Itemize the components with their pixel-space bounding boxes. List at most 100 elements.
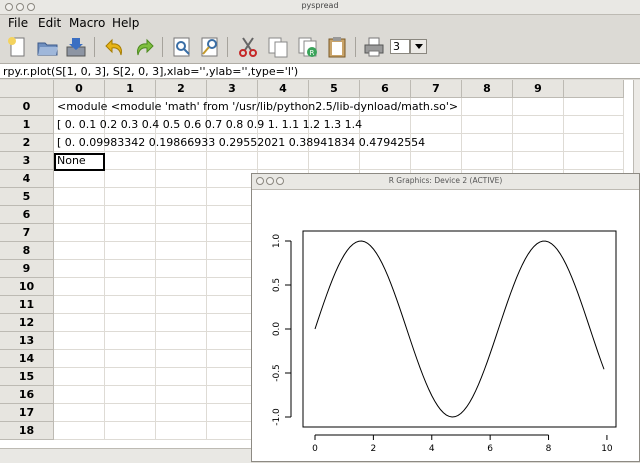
menu-edit[interactable]: Edit: [38, 16, 61, 30]
grid-cell[interactable]: [156, 350, 207, 368]
row-header[interactable]: 5: [0, 188, 54, 206]
row-header[interactable]: 11: [0, 296, 54, 314]
grid-cell[interactable]: [156, 170, 207, 188]
grid-cell[interactable]: [105, 296, 156, 314]
grid-cell[interactable]: [105, 332, 156, 350]
row-header[interactable]: 16: [0, 386, 54, 404]
grid-cell[interactable]: [207, 152, 258, 170]
grid-cell[interactable]: [156, 188, 207, 206]
paste-icon[interactable]: [325, 35, 349, 59]
menu-file[interactable]: File: [8, 16, 28, 30]
copy-icon[interactable]: [266, 35, 290, 59]
grid-cell[interactable]: [105, 188, 156, 206]
row-header[interactable]: 18: [0, 422, 54, 440]
grid-cell[interactable]: [513, 98, 564, 116]
grid-cell[interactable]: [258, 152, 309, 170]
column-header[interactable]: 4: [258, 80, 309, 98]
grid-cell[interactable]: [156, 278, 207, 296]
grid-cell[interactable]: [54, 170, 105, 188]
row-header[interactable]: 14: [0, 350, 54, 368]
cut-icon[interactable]: [236, 35, 260, 59]
grid-cell[interactable]: [105, 242, 156, 260]
grid-cell[interactable]: [105, 314, 156, 332]
grid-cell[interactable]: [54, 422, 105, 440]
column-header[interactable]: 0: [54, 80, 105, 98]
column-header[interactable]: 7: [411, 80, 462, 98]
grid-cell[interactable]: [54, 188, 105, 206]
grid-cell[interactable]: [54, 206, 105, 224]
grid-cell[interactable]: [105, 224, 156, 242]
grid-cell[interactable]: [54, 404, 105, 422]
grid-cell[interactable]: [411, 152, 462, 170]
open-folder-icon[interactable]: [36, 35, 60, 59]
grid-cell[interactable]: [360, 116, 411, 134]
row-header[interactable]: 15: [0, 368, 54, 386]
grid-cell[interactable]: [513, 134, 564, 152]
column-header[interactable]: 2: [156, 80, 207, 98]
grid-cell[interactable]: [54, 332, 105, 350]
new-file-icon[interactable]: [6, 35, 30, 59]
grid-cell[interactable]: [564, 116, 624, 134]
column-header[interactable]: 8: [462, 80, 513, 98]
row-header[interactable]: 10: [0, 278, 54, 296]
grid-cell[interactable]: [462, 98, 513, 116]
grid-cell[interactable]: [156, 242, 207, 260]
formula-bar[interactable]: rpy.r.plot(S[1, 0, 3], S[2, 0, 3],xlab='…: [0, 63, 640, 79]
column-header[interactable]: 3: [207, 80, 258, 98]
column-header[interactable]: 6: [360, 80, 411, 98]
row-header[interactable]: 7: [0, 224, 54, 242]
grid-cell[interactable]: [462, 152, 513, 170]
row-header[interactable]: 9: [0, 260, 54, 278]
grid-cell[interactable]: [156, 332, 207, 350]
grid-cell[interactable]: [54, 224, 105, 242]
menu-help[interactable]: Help: [112, 16, 139, 30]
grid-cell[interactable]: [54, 296, 105, 314]
grid-cell[interactable]: [54, 260, 105, 278]
grid-cell[interactable]: [105, 260, 156, 278]
grid-cell[interactable]: [105, 152, 156, 170]
grid-cell[interactable]: [462, 134, 513, 152]
save-icon[interactable]: [64, 35, 88, 59]
grid-cell[interactable]: [564, 152, 624, 170]
grid-cell[interactable]: [156, 260, 207, 278]
grid-cell[interactable]: [54, 314, 105, 332]
row-header[interactable]: 17: [0, 404, 54, 422]
row-header[interactable]: 1: [0, 116, 54, 134]
row-header[interactable]: 12: [0, 314, 54, 332]
menu-macro[interactable]: Macro: [69, 16, 105, 30]
print-icon[interactable]: [362, 35, 386, 59]
grid-cell[interactable]: [360, 152, 411, 170]
grid-cell[interactable]: [462, 116, 513, 134]
row-header[interactable]: 4: [0, 170, 54, 188]
grid-cell[interactable]: [156, 296, 207, 314]
spin-input[interactable]: 3: [390, 39, 410, 54]
grid-cell[interactable]: [54, 386, 105, 404]
row-header[interactable]: 3: [0, 152, 54, 170]
grid-cell[interactable]: [513, 116, 564, 134]
grid-cell[interactable]: [156, 206, 207, 224]
grid-cell[interactable]: [156, 152, 207, 170]
grid-cell[interactable]: [105, 170, 156, 188]
grid-cell[interactable]: [156, 368, 207, 386]
copy-results-icon[interactable]: R: [296, 35, 320, 59]
grid-cell[interactable]: [105, 206, 156, 224]
grid-cell[interactable]: [105, 386, 156, 404]
column-header[interactable]: 1: [105, 80, 156, 98]
undo-icon[interactable]: [103, 35, 127, 59]
grid-cell[interactable]: [309, 152, 360, 170]
redo-icon[interactable]: [132, 35, 156, 59]
grid-cell[interactable]: [54, 242, 105, 260]
row-header[interactable]: 13: [0, 332, 54, 350]
grid-cell[interactable]: [564, 98, 624, 116]
find-replace-icon[interactable]: [198, 35, 222, 59]
grid-cell[interactable]: [513, 152, 564, 170]
column-header[interactable]: 5: [309, 80, 360, 98]
row-header[interactable]: 6: [0, 206, 54, 224]
grid-cell[interactable]: [564, 134, 624, 152]
grid-cell[interactable]: [156, 422, 207, 440]
spin-dropdown-button[interactable]: [410, 39, 427, 54]
column-header[interactable]: 9: [513, 80, 564, 98]
row-header[interactable]: 8: [0, 242, 54, 260]
grid-cell[interactable]: [411, 116, 462, 134]
grid-cell[interactable]: [54, 350, 105, 368]
